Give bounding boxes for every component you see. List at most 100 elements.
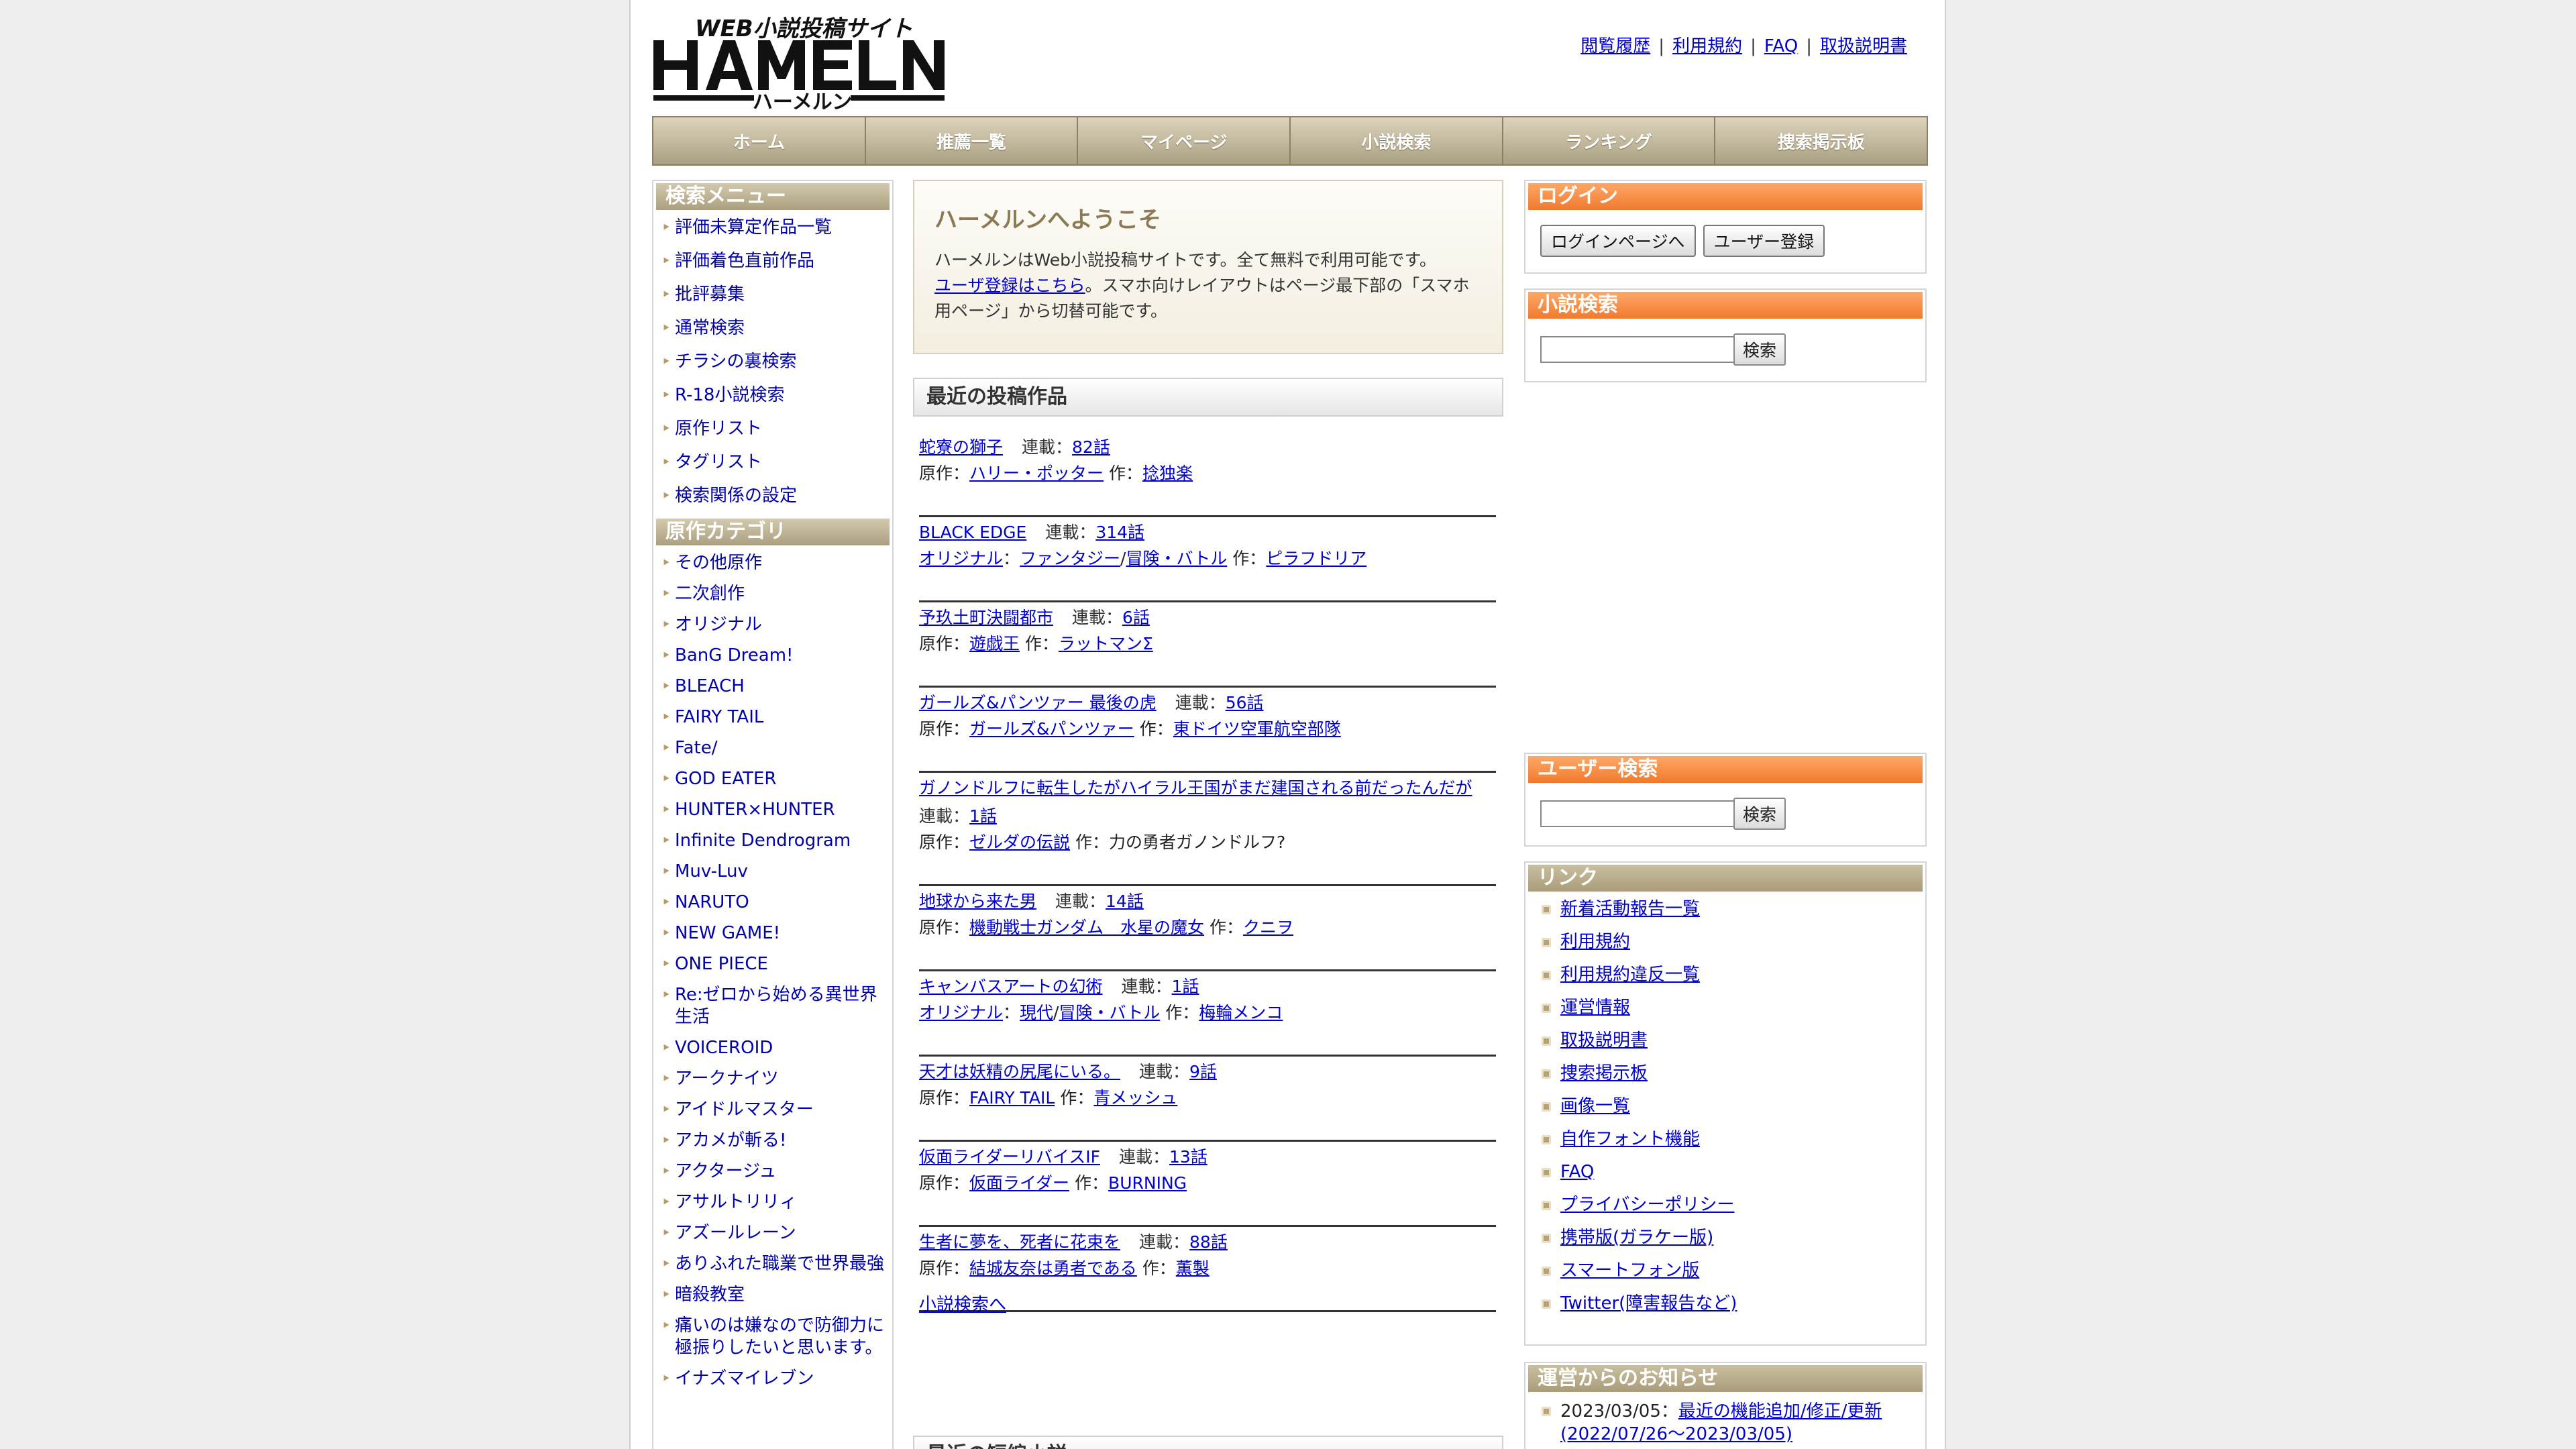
author-link[interactable]: 東ドイツ空軍航空部隊 [1173,719,1341,739]
sidebar-link[interactable]: スマートフォン版 [1560,1260,1699,1281]
site-logo[interactable]: WEB小説投稿サイト ハーメルン [652,13,947,114]
category-link[interactable]: Fate/ [675,738,717,758]
work-title-link[interactable]: ガールズ&パンツァー 最後の虎 [919,693,1157,712]
register-link[interactable]: ユーザ登録はこちら [934,276,1085,295]
category-link[interactable]: ONE PIECE [675,954,768,974]
work-title-link[interactable]: 天才は妖精の尻尾にいる。 [919,1062,1120,1081]
category-link[interactable]: アークナイツ [675,1069,778,1089]
author-link[interactable]: ピラフドリア [1266,549,1366,568]
login-page-button[interactable]: ログインページへ [1540,225,1696,257]
source-link[interactable]: 冒険・バトル [1126,549,1227,568]
source-link[interactable]: ハリー・ポッター [969,464,1104,483]
category-link[interactable]: アクタージュ [675,1161,776,1181]
category-link[interactable]: Re:ゼロから始める異世界生活 [675,985,877,1027]
search-menu-link[interactable]: 批評募集 [675,284,745,305]
work-episodes-link[interactable]: 88話 [1189,1232,1228,1252]
sidebar-link[interactable]: 利用規約違反一覧 [1560,965,1700,985]
work-episodes-link[interactable]: 13話 [1169,1147,1208,1167]
author-link[interactable]: 捻独楽 [1142,464,1193,483]
source-link[interactable]: 仮面ライダー [969,1173,1069,1193]
source-link[interactable]: オリジナル [919,1003,1003,1022]
nav-novel-search[interactable]: 小説検索 [1291,117,1503,164]
top-link-faq[interactable]: FAQ [1764,36,1798,56]
work-title-link[interactable]: 仮面ライダーリバイスIF [919,1147,1100,1167]
category-link[interactable]: イナズマイレブン [675,1368,814,1389]
sidebar-link[interactable]: 自作フォント機能 [1560,1129,1700,1149]
source-link[interactable]: FAIRY TAIL [969,1088,1055,1108]
category-link[interactable]: アイドルマスター [675,1099,814,1120]
category-link[interactable]: GOD EATER [675,769,776,789]
user-search-button[interactable]: 検索 [1733,798,1786,830]
author-link[interactable]: 梅輪メンコ [1199,1003,1283,1022]
work-episodes-link[interactable]: 9話 [1189,1062,1217,1081]
sidebar-link[interactable]: 運営情報 [1560,998,1630,1018]
work-title-link[interactable]: 蛇寮の獅子 [919,437,1003,457]
work-title-link[interactable]: 予玖土町決闘都市 [919,608,1053,627]
work-episodes-link[interactable]: 56話 [1226,693,1264,712]
work-title-link[interactable]: 生者に夢を、死者に花束を [919,1232,1120,1252]
category-link[interactable]: FAIRY TAIL [675,707,763,727]
source-link[interactable]: 現代 [1020,1003,1053,1022]
category-link[interactable]: 暗殺教室 [675,1285,745,1305]
source-link[interactable]: 機動戦士ガンダム 水星の魔女 [969,918,1204,937]
category-link[interactable]: 二次創作 [675,584,745,604]
search-menu-link[interactable]: 通常検索 [675,318,745,338]
search-menu-link[interactable]: 評価着色直前作品 [675,251,814,271]
top-link-manual[interactable]: 取扱説明書 [1820,36,1907,56]
category-link[interactable]: 痛いのは嫌なので防御力に極振りしたいと思います。 [675,1316,884,1358]
search-menu-link[interactable]: チラシの裏検索 [675,352,796,372]
search-menu-link[interactable]: 原作リスト [675,419,762,439]
user-register-button[interactable]: ユーザー登録 [1703,225,1825,257]
work-episodes-link[interactable]: 314話 [1095,523,1144,542]
sidebar-link[interactable]: 画像一覧 [1560,1096,1630,1116]
category-link[interactable]: オリジナル [675,614,762,635]
novel-search-button[interactable]: 検索 [1733,333,1786,366]
category-link[interactable]: BanG Dream! [675,645,793,665]
search-menu-link[interactable]: 検索関係の設定 [675,486,797,506]
nav-recommend[interactable]: 推薦一覧 [866,117,1079,164]
work-episodes-link[interactable]: 6話 [1122,608,1150,627]
work-title-link[interactable]: BLACK EDGE [919,523,1026,542]
work-episodes-link[interactable]: 82話 [1072,437,1110,457]
top-link-terms[interactable]: 利用規約 [1672,36,1742,56]
category-link[interactable]: Infinite Dendrogram [675,830,851,851]
category-link[interactable]: NEW GAME! [675,923,780,943]
sidebar-link[interactable]: 捜索掲示板 [1560,1063,1648,1083]
category-link[interactable]: ありふれた職業で世界最強 [675,1254,884,1274]
category-link[interactable]: アズールレーン [675,1223,796,1243]
author-link[interactable]: クニヲ [1243,918,1293,937]
search-menu-link[interactable]: 評価未算定作品一覧 [675,217,832,237]
nav-search-board[interactable]: 捜索掲示板 [1715,117,1927,164]
source-link[interactable]: 結城友奈は勇者である [969,1258,1137,1278]
work-title-link[interactable]: キャンバスアートの幻術 [919,977,1103,996]
source-link[interactable]: ゼルダの伝説 [969,833,1070,852]
source-link[interactable]: 冒険・バトル [1059,1003,1160,1022]
work-episodes-link[interactable]: 14話 [1106,892,1144,911]
sidebar-link[interactable]: プライバシーポリシー [1560,1195,1734,1215]
novel-search-input[interactable] [1540,336,1735,363]
source-link[interactable]: ファンタジー [1020,549,1120,568]
work-episodes-link[interactable]: 1話 [969,806,997,826]
work-title-link[interactable]: ガノンドルフに転生したがハイラル王国がまだ建国される前だったんだが [919,778,1472,798]
source-link[interactable]: オリジナル [919,549,1003,568]
category-link[interactable]: その他原作 [675,553,762,573]
author-link[interactable]: ラットマンΣ [1059,634,1153,653]
nav-home[interactable]: ホーム [653,117,866,164]
sidebar-link[interactable]: 携帯版(ガラケー版) [1560,1228,1713,1248]
sidebar-link[interactable]: 新着活動報告一覧 [1560,899,1700,919]
sidebar-link[interactable]: 利用規約 [1560,932,1630,952]
search-menu-link[interactable]: R-18小説検索 [675,385,784,405]
novel-search-link[interactable]: 小説検索へ [919,1291,1006,1316]
source-link[interactable]: ガールズ&パンツァー [969,719,1134,739]
source-link[interactable]: 遊戯王 [969,634,1020,653]
category-link[interactable]: VOICEROID [675,1038,773,1058]
work-title-link[interactable]: 地球から来た男 [919,892,1036,911]
category-link[interactable]: アサルトリリィ [675,1192,797,1212]
work-episodes-link[interactable]: 1話 [1172,977,1199,996]
category-link[interactable]: NARUTO [675,892,749,912]
author-link[interactable]: 青メッシュ [1093,1088,1177,1108]
top-link-history[interactable]: 閲覧履歴 [1580,36,1650,56]
category-link[interactable]: アカメが斬る! [675,1130,786,1150]
author-link[interactable]: 薫製 [1176,1258,1210,1278]
sidebar-link[interactable]: Twitter(障害報告など) [1560,1293,1737,1313]
